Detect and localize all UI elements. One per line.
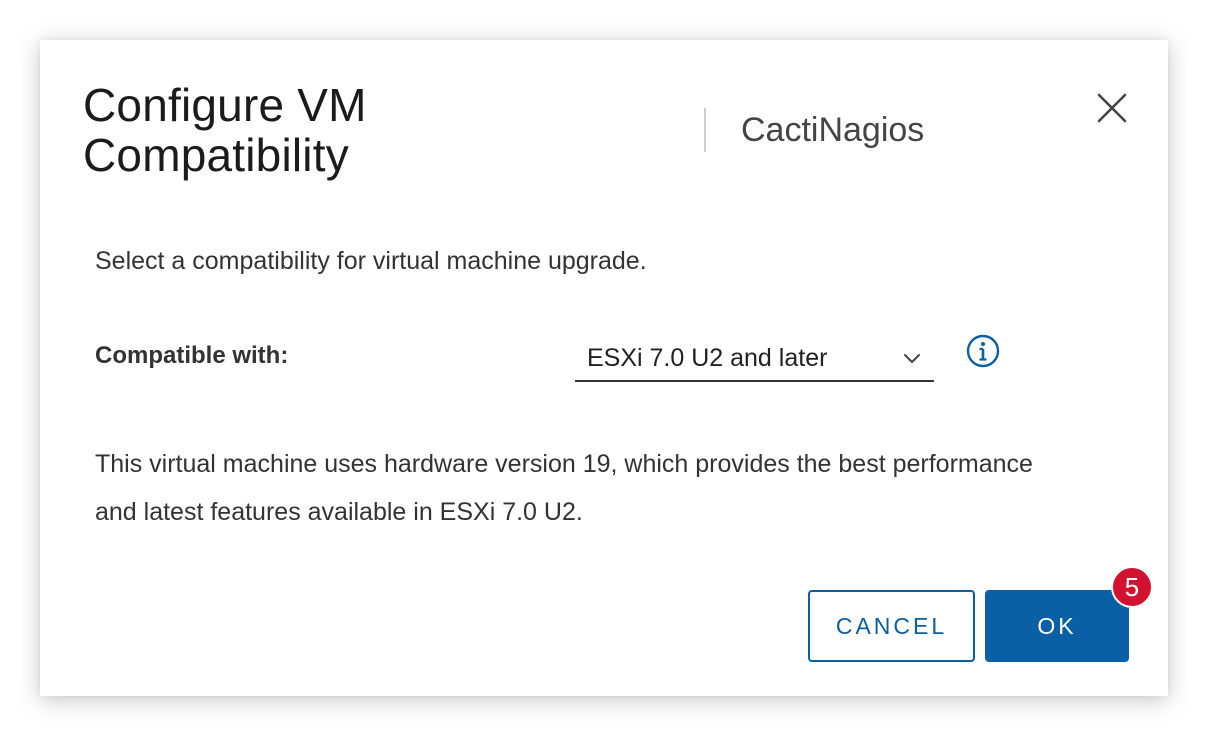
vm-name: CactiNagios xyxy=(741,111,925,149)
ok-button[interactable]: OK xyxy=(985,590,1129,662)
configure-vm-compatibility-dialog: Configure VM Compatibility CactiNagios S… xyxy=(40,40,1168,696)
dialog-title: Configure VM Compatibility xyxy=(83,79,367,181)
step-badge: 5 xyxy=(1111,566,1153,608)
close-button[interactable] xyxy=(1094,90,1130,126)
info-button[interactable] xyxy=(966,334,1000,368)
cancel-button[interactable]: CANCEL xyxy=(808,590,975,662)
intro-text: Select a compatibility for virtual machi… xyxy=(95,247,647,275)
title-divider xyxy=(704,108,706,152)
hardware-version-description: This virtual machine uses hardware versi… xyxy=(95,450,1033,526)
close-icon xyxy=(1097,93,1127,123)
compatibility-select[interactable]: ESXi 7.0 U2 and later xyxy=(575,338,934,382)
chevron-down-icon xyxy=(902,348,922,368)
compatibility-selected-value: ESXi 7.0 U2 and later xyxy=(587,344,828,372)
info-icon xyxy=(966,334,1000,368)
compatible-with-label: Compatible with: xyxy=(95,342,289,369)
